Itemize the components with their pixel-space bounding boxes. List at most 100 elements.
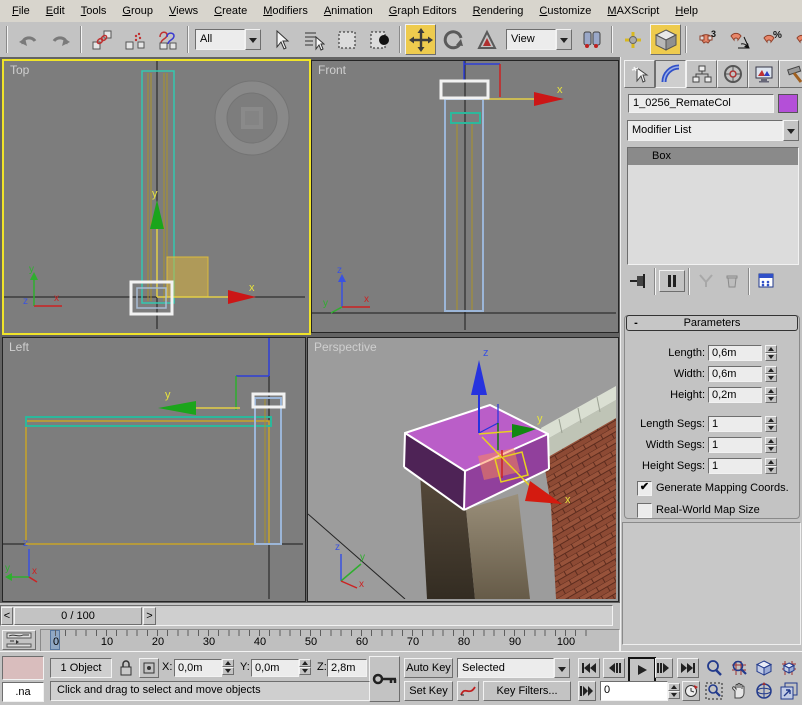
modifier-stack[interactable]: Box	[627, 147, 799, 265]
unlink-selection-button[interactable]	[119, 24, 150, 55]
y-coordinate-field[interactable]: 0,0m	[251, 659, 299, 677]
menu-create[interactable]: Create	[206, 1, 255, 21]
tab-hierarchy[interactable]	[686, 60, 717, 88]
set-keys-button[interactable]	[369, 656, 400, 702]
zoom-button[interactable]	[703, 658, 725, 678]
parameters-rollout-header[interactable]: - Parameters	[626, 315, 798, 331]
menu-views[interactable]: Views	[161, 1, 206, 21]
viewport-left-label[interactable]: Left	[9, 340, 29, 354]
absolute-mode-toggle[interactable]	[139, 658, 159, 678]
maximize-viewport-toggle[interactable]	[778, 681, 800, 701]
region-zoom-button[interactable]	[703, 681, 725, 701]
viewport-front-label[interactable]: Front	[318, 63, 346, 77]
current-frame-field[interactable]: 0	[600, 681, 668, 701]
menu-help[interactable]: Help	[667, 1, 706, 21]
select-by-name-button[interactable]	[298, 24, 329, 55]
z-coordinate-field[interactable]: 2,8m	[327, 659, 367, 677]
stack-item-box[interactable]: Box	[628, 148, 798, 165]
percent-snap-toggle-button[interactable]: %	[757, 24, 788, 55]
time-slider-next-button[interactable]: >	[143, 607, 156, 625]
open-mini-curve-editor-button[interactable]	[2, 630, 36, 650]
viewport-front-scene[interactable]: x z x y	[312, 61, 616, 330]
viewport-top[interactable]: Top y x	[2, 59, 311, 335]
selection-lock-toggle[interactable]	[117, 658, 135, 678]
dropdown-arrow-icon[interactable]	[245, 29, 261, 50]
time-slider-handle[interactable]: 0 / 100	[14, 607, 142, 625]
menu-group[interactable]: Group	[114, 1, 161, 21]
rectangular-selection-region-button[interactable]	[331, 24, 362, 55]
dropdown-arrow-icon[interactable]	[783, 120, 799, 141]
previous-frame-button[interactable]	[603, 658, 625, 678]
menu-animation[interactable]: Animation	[316, 1, 381, 21]
menu-file[interactable]: File	[4, 1, 38, 21]
snaps-toggle-button[interactable]	[650, 24, 681, 55]
maxscript-mini-listener[interactable]: .na	[2, 682, 44, 702]
zoom-extents-button[interactable]	[753, 658, 775, 678]
viewport-front[interactable]: Front x z x	[311, 60, 619, 333]
menu-rendering[interactable]: Rendering	[465, 1, 532, 21]
time-slider-prev-button[interactable]: <	[1, 607, 13, 625]
viewport-top-label[interactable]: Top	[10, 63, 29, 77]
use-pivot-point-center-button[interactable]	[576, 24, 607, 55]
window-crossing-toggle-button[interactable]	[364, 24, 395, 55]
object-name-field[interactable]: 1_0256_RemateCol	[628, 94, 774, 113]
angle-snap-toggle-button[interactable]	[724, 24, 755, 55]
height-field[interactable]: 0,2m	[708, 387, 762, 403]
pan-view-button[interactable]	[728, 681, 750, 701]
pin-stack-button[interactable]	[625, 270, 651, 292]
spinner-snap-toggle-button[interactable]	[790, 24, 802, 55]
time-configuration-button[interactable]	[682, 681, 700, 701]
menu-maxscript[interactable]: MAXScript	[599, 1, 667, 21]
zoom-extents-all-button[interactable]	[778, 658, 800, 678]
snap-toggle-3d-button[interactable]: 3	[691, 24, 722, 55]
select-and-manipulate-button[interactable]	[617, 24, 648, 55]
viewport-left-scene[interactable]: y z y x	[3, 338, 303, 599]
dropdown-arrow-icon[interactable]	[554, 658, 570, 678]
tab-display[interactable]	[748, 60, 779, 88]
select-and-rotate-button[interactable]	[438, 24, 469, 55]
zoom-all-button[interactable]	[728, 658, 750, 678]
next-frame-button[interactable]	[655, 658, 673, 678]
key-filters-button[interactable]: Key Filters...	[483, 681, 571, 701]
maxscript-mini-listener-pink[interactable]	[2, 656, 44, 680]
x-coordinate-field[interactable]: 0,0m	[174, 659, 222, 677]
select-and-move-button[interactable]	[405, 24, 436, 55]
real-world-map-size-checkbox[interactable]	[637, 503, 652, 518]
default-in-out-tangents-button[interactable]	[457, 681, 479, 701]
auto-key-button[interactable]: Auto Key	[404, 658, 453, 678]
arc-rotate-button[interactable]	[753, 681, 775, 701]
menu-customize[interactable]: Customize	[531, 1, 599, 21]
width-segs-field[interactable]: 1	[708, 437, 762, 453]
viewport-perspective-label[interactable]: Perspective	[314, 340, 377, 354]
selection-set-dropdown[interactable]: Selected	[457, 658, 570, 678]
tab-modify[interactable]	[655, 60, 686, 88]
undo-button[interactable]	[12, 24, 43, 55]
width-field[interactable]: 0,6m	[708, 366, 762, 382]
select-and-scale-button[interactable]	[471, 24, 502, 55]
generate-mapping-coords-checkbox[interactable]: ✔	[637, 481, 652, 496]
length-segs-field[interactable]: 1	[708, 416, 762, 432]
tab-utilities[interactable]	[779, 60, 802, 88]
go-to-end-button[interactable]	[677, 658, 699, 678]
remove-modifier-button[interactable]	[719, 270, 745, 292]
viewport-top-scene[interactable]: y x y x z	[4, 61, 305, 329]
object-color-swatch[interactable]	[778, 94, 798, 113]
tab-create[interactable]	[624, 60, 655, 88]
make-unique-button[interactable]	[693, 270, 719, 292]
viewport-left[interactable]: Left y z y x	[2, 337, 306, 602]
menu-edit[interactable]: Edit	[38, 1, 73, 21]
menu-tools[interactable]: Tools	[73, 1, 115, 21]
length-field[interactable]: 0,6m	[708, 345, 762, 361]
menu-modifiers[interactable]: Modifiers	[255, 1, 316, 21]
play-button[interactable]	[628, 657, 656, 683]
select-object-button[interactable]	[265, 24, 296, 55]
selection-filter-dropdown[interactable]: All	[195, 29, 261, 50]
bind-to-space-warp-button[interactable]	[152, 24, 183, 55]
configure-modifier-sets-button[interactable]	[753, 270, 779, 292]
height-segs-field[interactable]: 1	[708, 458, 762, 474]
menu-graph-editors[interactable]: Graph Editors	[381, 1, 465, 21]
show-end-result-button[interactable]	[659, 270, 685, 292]
modifier-list-dropdown[interactable]: Modifier List	[627, 120, 799, 141]
redo-button[interactable]	[45, 24, 76, 55]
key-mode-toggle-button[interactable]	[578, 681, 596, 701]
